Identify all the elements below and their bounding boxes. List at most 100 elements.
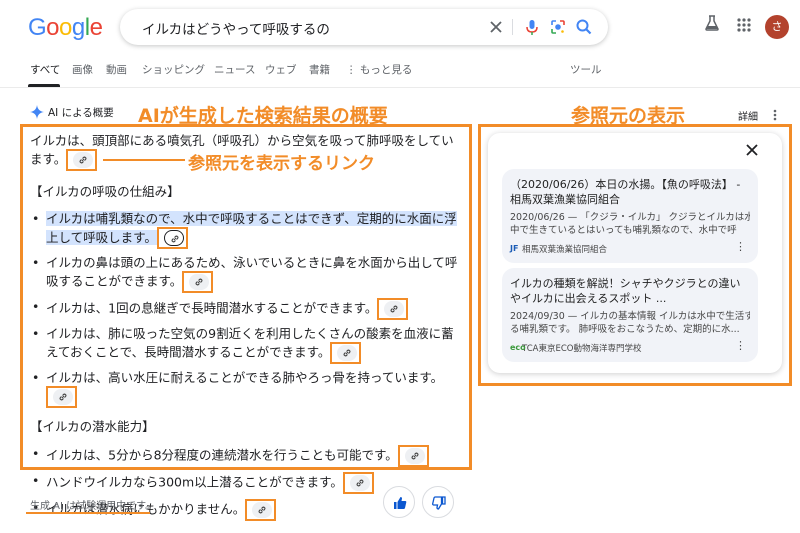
tab-web[interactable]: ウェブ: [265, 62, 297, 77]
tab-images[interactable]: 画像: [72, 62, 93, 77]
source-link-button[interactable]: [53, 389, 73, 405]
source-card-title[interactable]: イルカの種類を解説！シャチやクジラとの違いやイルカに出会えるスポット ...: [510, 276, 750, 306]
avatar[interactable]: さ: [765, 15, 789, 39]
list-item-text: イルカの鼻は頭の上にあるため、泳いでいるときに鼻を水面から出して呼吸することがで…: [46, 255, 458, 289]
list-item: イルカは、肺に吸った空気の9割近くを利用したくさんの酸素を血液に蓄えておくことで…: [30, 325, 465, 364]
tab-more[interactable]: ⋮ もっと見る: [346, 62, 412, 77]
tab-tools[interactable]: ツール: [570, 62, 602, 77]
logo-letter: e: [89, 14, 103, 41]
thumbs-down-icon: [432, 496, 446, 510]
source-link-button[interactable]: [384, 301, 405, 317]
list-item: イルカは、高い水圧に耐えることができる肺やろっ骨を持っています。: [30, 369, 465, 408]
link-icon: [258, 506, 266, 514]
thumbs-up-button[interactable]: [383, 486, 415, 518]
search-box[interactable]: イルカはどうやって呼吸するの: [120, 9, 608, 45]
tab-all[interactable]: すべて: [30, 62, 60, 77]
source-card-title[interactable]: （2020/06/26）本日の水揚。【魚の呼吸法】 - 相馬双葉漁業協同組合: [510, 177, 750, 207]
source-link-button[interactable]: [349, 475, 370, 491]
google-logo[interactable]: Google: [28, 14, 103, 42]
source-card[interactable]: （2020/06/26）本日の水揚。【魚の呼吸法】 - 相馬双葉漁業協同組合 2…: [502, 169, 758, 263]
clear-icon[interactable]: [486, 17, 506, 37]
list-item-text: イルカは哺乳類なので、水中で呼吸することはできず、定期的に水面に浮上して呼吸しま…: [46, 211, 457, 245]
section-heading: 【イルカの呼吸の仕組み】: [30, 184, 180, 199]
source-link-box: [330, 342, 362, 364]
card-more-icon[interactable]: ⋮: [735, 339, 746, 352]
source-link-button[interactable]: [337, 345, 358, 361]
list-item: イルカは哺乳類なので、水中で呼吸することはできず、定期的に水面に浮上して呼吸しま…: [30, 210, 465, 249]
close-icon[interactable]: [744, 142, 760, 158]
source-link-button[interactable]: [189, 274, 210, 290]
list-item-text: イルカは、1回の息継ぎで長時間潜水することができます。: [46, 300, 378, 316]
tab-shopping[interactable]: ショッピング: [142, 62, 205, 77]
source-card-site-name: TCA東京ECO動物海洋専門学校: [522, 344, 642, 354]
source-link-button[interactable]: [252, 502, 273, 518]
source-link-box: [182, 271, 214, 293]
card-more-icon[interactable]: ⋮: [735, 240, 746, 253]
source-link-box: [66, 149, 98, 171]
source-link-button[interactable]: [73, 152, 94, 168]
link-icon: [195, 278, 203, 286]
section-heading: 【イルカの潜水能力】: [30, 419, 155, 434]
more-options-icon[interactable]: [772, 108, 778, 122]
source-card-snippet: 2024/09/30 — イルカの基本情報 イルカは水中で生活す: [510, 311, 750, 322]
source-card-site: JF 相馬双葉漁業協同組合: [510, 243, 750, 255]
more-vert-icon: ⋮: [346, 64, 360, 76]
search-input[interactable]: イルカはどうやって呼吸するの: [142, 18, 330, 38]
logo-letter: g: [71, 14, 85, 41]
experimental-note: 生成 AI は試験運用中です。: [30, 501, 156, 512]
tab-videos[interactable]: 動画: [106, 62, 127, 77]
list-item-text: イルカは、肺に吸った空気の9割近くを利用したくさんの酸素を血液に蓄えておくことで…: [46, 326, 454, 360]
tabs-divider: [0, 87, 800, 88]
source-link-box: [397, 445, 429, 467]
labs-flask-icon[interactable]: [703, 14, 721, 32]
thumbs-up-icon: [394, 497, 407, 509]
link-icon: [59, 393, 67, 401]
list-item-text: ハンドウイルカなら300m以上潜ることができます。: [46, 474, 343, 490]
microphone-icon[interactable]: [522, 17, 542, 37]
search-tabs: すべて 画像 動画 ショッピング ニュース ウェブ 書籍 ⋮ もっと見る ツール: [0, 62, 800, 84]
tab-news[interactable]: ニュース: [214, 62, 255, 77]
source-card[interactable]: イルカの種類を解説！シャチやクジラとの違いやイルカに出会えるスポット ... 2…: [502, 268, 758, 362]
source-card-site-name: 相馬双葉漁業協同組合: [522, 245, 608, 255]
source-link-box: [156, 227, 188, 249]
link-icon: [343, 349, 351, 357]
site-favicon-icon: eco: [510, 343, 526, 352]
list-item: イルカの鼻は頭の上にあるため、泳いでいるときに鼻を水面から出して呼吸することがで…: [30, 254, 465, 293]
tab-books[interactable]: 書籍: [309, 62, 330, 77]
source-card-site: eco TCA東京ECO動物海洋専門学校: [510, 342, 750, 354]
ai-overview-answer: イルカは、頭頂部にある噴気孔（呼吸孔）から空気を吸って肺呼吸をしています。 【イ…: [30, 132, 465, 531]
link-icon: [171, 235, 179, 243]
link-icon: [411, 452, 419, 460]
source-card-snippet: る哺乳類です。 肺呼吸をおこなうため、定期的に水...: [510, 324, 740, 335]
apps-grid-icon[interactable]: [736, 17, 752, 33]
details-link[interactable]: 詳細: [738, 108, 758, 123]
source-link-box: [46, 386, 77, 408]
list-item: イルカは、5分から8分程度の連続潜水を行うことも可能です。: [30, 445, 465, 467]
list-item: イルカは、1回の息継ぎで長時間潜水することができます。: [30, 298, 465, 320]
link-icon: [79, 156, 87, 164]
source-card-snippet: 2020/06/26 — 「クジラ・イルカ」 クジラとイルカは水: [510, 212, 750, 223]
link-icon: [356, 479, 364, 487]
source-link-box: [342, 472, 374, 494]
source-card-snippet: 中で生きているとはいっても哺乳類なので、水中で呼: [510, 225, 737, 236]
source-link-button[interactable]: [163, 230, 184, 246]
logo-letter: G: [28, 14, 47, 41]
ai-sparkle-icon: [30, 105, 44, 119]
list-item-text: イルカは、高い水圧に耐えることができる肺やろっ骨を持っています。: [46, 370, 444, 385]
link-icon: [390, 305, 398, 313]
logo-letter: o: [59, 14, 72, 41]
search-icon[interactable]: [574, 17, 594, 37]
footer-underline: [26, 512, 150, 514]
thumbs-down-button[interactable]: [422, 486, 454, 518]
search-divider: [512, 19, 513, 35]
ai-overview-heading: AI による概要: [48, 107, 114, 119]
source-link-box: [377, 298, 409, 320]
list-item-text: イルカは、5分から8分程度の連続潜水を行うことも可能です。: [46, 447, 398, 463]
tab-more-label: もっと見る: [359, 64, 413, 76]
source-link-button[interactable]: [404, 448, 425, 464]
logo-letter: o: [46, 14, 60, 41]
site-favicon-icon: JF: [510, 244, 519, 253]
lens-icon[interactable]: [548, 17, 568, 37]
answer-intro: イルカは、頭頂部にある噴気孔（呼吸孔）から空気を吸って肺呼吸をしています。: [30, 132, 465, 171]
source-link-box: [245, 499, 277, 521]
